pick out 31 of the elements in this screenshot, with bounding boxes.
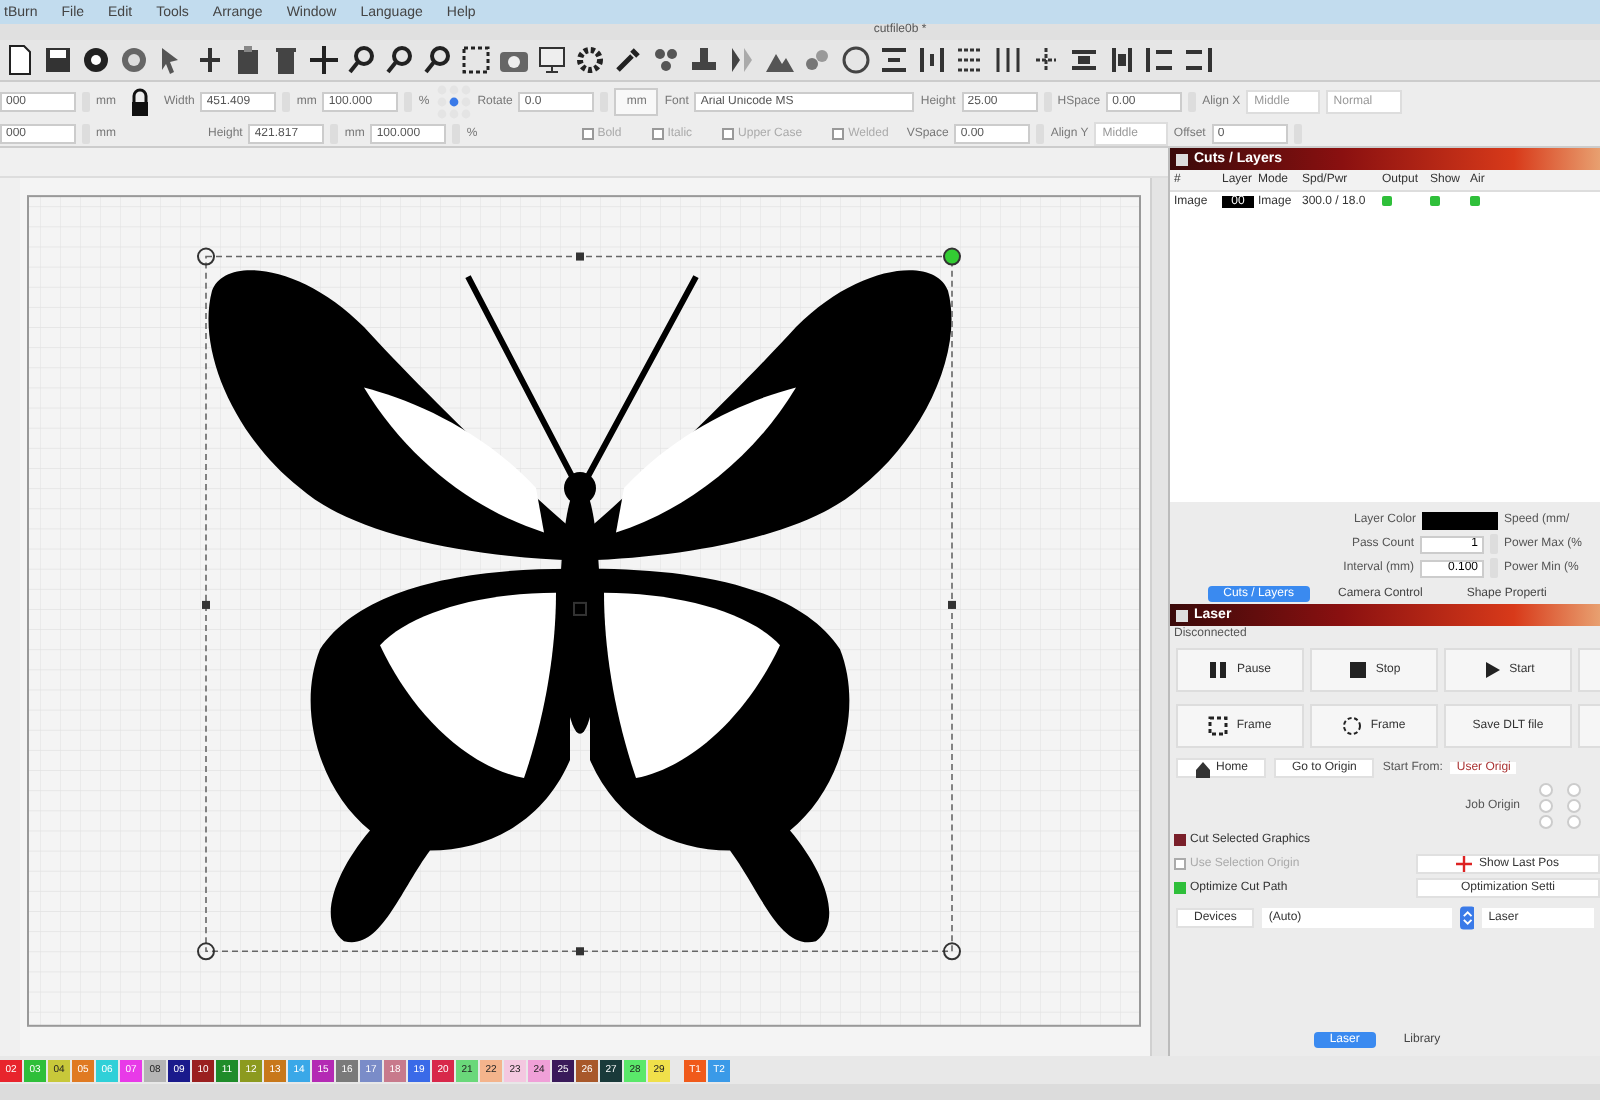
distribute-icon[interactable] bbox=[1106, 44, 1138, 76]
move-icon[interactable] bbox=[308, 44, 340, 76]
search-icon[interactable] bbox=[422, 44, 454, 76]
trash-icon[interactable] bbox=[270, 44, 302, 76]
search-icon[interactable] bbox=[346, 44, 378, 76]
close-icon[interactable] bbox=[1176, 153, 1188, 165]
stamp-icon[interactable] bbox=[688, 44, 720, 76]
scrollbar[interactable] bbox=[1150, 178, 1168, 1056]
distribute-icon[interactable] bbox=[1068, 44, 1100, 76]
monitor-icon[interactable] bbox=[536, 44, 568, 76]
circle-icon[interactable] bbox=[840, 44, 872, 76]
clipboard-icon[interactable] bbox=[232, 44, 264, 76]
frame-icon bbox=[1208, 716, 1229, 736]
cluster-icon[interactable] bbox=[802, 44, 834, 76]
lock-icon[interactable] bbox=[130, 87, 150, 115]
color-swatch[interactable] bbox=[1422, 511, 1498, 529]
circle-icon bbox=[1342, 716, 1363, 736]
crosshair-icon bbox=[1456, 856, 1473, 872]
search-icon[interactable] bbox=[384, 44, 416, 76]
flip-icon[interactable] bbox=[726, 44, 758, 76]
frame-icon[interactable] bbox=[460, 44, 492, 76]
play-icon bbox=[1481, 660, 1502, 680]
document-icon[interactable] bbox=[4, 44, 36, 76]
cluster-icon[interactable] bbox=[650, 44, 682, 76]
stop-icon bbox=[1347, 660, 1368, 680]
dropdown-arrow-icon[interactable] bbox=[1459, 906, 1475, 930]
circle-icon[interactable] bbox=[80, 44, 112, 76]
close-icon[interactable] bbox=[1176, 609, 1188, 621]
pause-icon bbox=[1208, 660, 1229, 680]
house-icon bbox=[1194, 759, 1212, 777]
gear-icon[interactable] bbox=[574, 44, 606, 76]
